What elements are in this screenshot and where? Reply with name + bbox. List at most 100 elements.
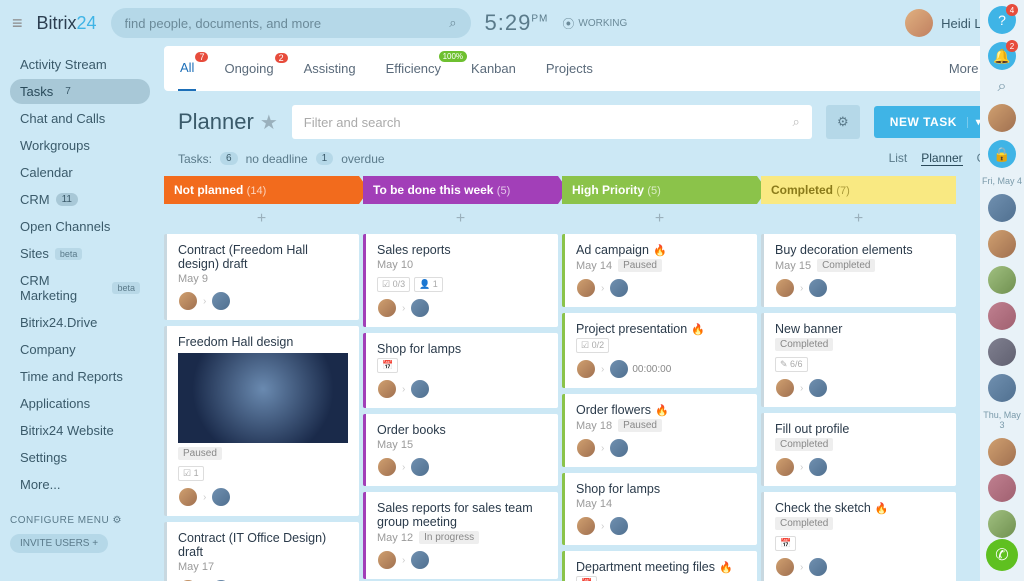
sidebar-item-label: Tasks: [20, 84, 53, 99]
sidebar-item-label: CRM: [20, 192, 50, 207]
menu-icon[interactable]: ≡: [12, 13, 23, 34]
avatar: [377, 457, 397, 477]
task-card[interactable]: Ad campaign🔥 May 14Paused ›: [562, 234, 757, 307]
sidebar-item[interactable]: Workgroups: [10, 133, 150, 158]
task-card[interactable]: Check the sketch🔥 Completed 📅 ›: [761, 492, 956, 581]
contact-avatar[interactable]: [988, 338, 1016, 366]
task-card[interactable]: Sales reports for sales team group meeti…: [363, 492, 558, 579]
tab[interactable]: Assisting: [302, 47, 358, 90]
contact-avatar[interactable]: [988, 438, 1016, 466]
call-button[interactable]: ✆: [986, 539, 1018, 571]
sidebar-item[interactable]: Company: [10, 337, 150, 362]
overdue-count[interactable]: 1: [316, 152, 334, 165]
configure-menu[interactable]: CONFIGURE MENU ⚙: [10, 515, 150, 526]
tab[interactable]: Ongoing2: [222, 47, 275, 90]
task-card[interactable]: Fill out profile Completed ›: [761, 413, 956, 486]
sidebar-item[interactable]: Open Channels: [10, 214, 150, 239]
invite-users-button[interactable]: INVITE USERS +: [10, 534, 108, 553]
contact-avatar[interactable]: [988, 194, 1016, 222]
task-card[interactable]: Shop for lamps 📅 ›: [363, 333, 558, 408]
tab[interactable]: Kanban: [469, 47, 518, 90]
badge: 7: [195, 52, 208, 62]
avatar: [609, 359, 629, 379]
settings-button[interactable]: ⚙: [826, 105, 860, 139]
add-task-button[interactable]: +: [164, 204, 359, 234]
sidebar-item-label: More...: [20, 477, 60, 492]
sidebar-item[interactable]: Settings: [10, 445, 150, 470]
task-title: Fill out profile: [775, 422, 849, 436]
add-task-button[interactable]: +: [761, 204, 956, 234]
sidebar-item[interactable]: Time and Reports: [10, 364, 150, 389]
badge: 2: [275, 53, 288, 63]
beta-badge: beta: [112, 282, 140, 294]
column-header[interactable]: High Priority (5): [562, 176, 757, 204]
no-deadline-count[interactable]: 6: [220, 152, 238, 165]
avatar: [410, 457, 430, 477]
tab[interactable]: Projects: [544, 47, 595, 90]
avatar: [576, 359, 596, 379]
filter-search[interactable]: ⌕: [292, 105, 812, 139]
sidebar-item[interactable]: Sitesbeta: [10, 241, 150, 266]
contact-avatar[interactable]: [988, 302, 1016, 330]
view-list[interactable]: List: [889, 151, 908, 166]
sidebar-item[interactable]: Bitrix24 Website: [10, 418, 150, 443]
sidebar-item[interactable]: Calendar: [10, 160, 150, 185]
task-card[interactable]: Project presentation🔥 ☑ 0/2 ›00:00:00: [562, 313, 757, 388]
contact-avatar[interactable]: [988, 374, 1016, 402]
global-search[interactable]: ⌕: [111, 8, 471, 38]
task-card[interactable]: New banner Completed ✎ 6/6 ›: [761, 313, 956, 407]
avatar: [609, 438, 629, 458]
contact-avatar[interactable]: [988, 510, 1016, 538]
search-input[interactable]: [125, 16, 450, 31]
star-icon[interactable]: ★: [260, 110, 278, 135]
sidebar-item[interactable]: Chat and Calls: [10, 106, 150, 131]
flame-icon: 🔥: [719, 561, 733, 574]
avatar: [410, 550, 430, 570]
sidebar-item[interactable]: Tasks7: [10, 79, 150, 104]
task-card[interactable]: Order books May 15 ›: [363, 414, 558, 486]
search-icon[interactable]: ⌕: [793, 114, 800, 130]
chevron-icon: ›: [601, 283, 604, 294]
lock-button[interactable]: 🔒: [988, 140, 1016, 168]
chevron-icon: ›: [402, 384, 405, 395]
filter-input[interactable]: [304, 115, 793, 130]
sidebar-item[interactable]: CRM Marketing beta: [10, 268, 150, 308]
sidebar-item-label: Settings: [20, 450, 67, 465]
chevron-icon: ›: [402, 555, 405, 566]
contact-avatar[interactable]: [988, 266, 1016, 294]
view-planner[interactable]: Planner: [921, 151, 962, 166]
add-task-button[interactable]: +: [562, 204, 757, 234]
task-card[interactable]: Contract (Freedom Hall design) draft May…: [164, 234, 359, 320]
help-button[interactable]: ?4: [988, 6, 1016, 34]
contact-avatar[interactable]: [988, 230, 1016, 258]
search-icon[interactable]: ⌕: [998, 78, 1007, 96]
kanban-column: To be done this week (5) + Sales reports…: [363, 176, 558, 581]
task-card[interactable]: Sales reports May 10 ☑ 0/3👤 1 ›: [363, 234, 558, 327]
page-title: Planner★: [178, 109, 278, 135]
task-card[interactable]: Freedom Hall design Paused ☑ 1 ›: [164, 326, 359, 516]
avatar: [775, 278, 795, 298]
tab[interactable]: Efficiency100%: [384, 47, 443, 90]
add-task-button[interactable]: +: [363, 204, 558, 234]
sidebar-item-label: CRM Marketing: [20, 273, 106, 303]
column-header[interactable]: Not planned (14): [164, 176, 359, 204]
tab[interactable]: All7: [178, 46, 196, 91]
working-status[interactable]: WORKING: [562, 15, 627, 32]
contact-avatar[interactable]: [988, 474, 1016, 502]
column-header[interactable]: To be done this week (5): [363, 176, 558, 204]
sidebar-item[interactable]: More...: [10, 472, 150, 497]
task-card[interactable]: Shop for lamps May 14 ›: [562, 473, 757, 545]
column-header[interactable]: Completed (7): [761, 176, 956, 204]
task-card[interactable]: Department meeting files🔥 📅 ›: [562, 551, 757, 581]
sidebar-item[interactable]: Activity Stream: [10, 52, 150, 77]
notifications-button[interactable]: 🔔2: [988, 42, 1016, 70]
contact-avatar[interactable]: [988, 104, 1016, 132]
sidebar-item[interactable]: Bitrix24.Drive: [10, 310, 150, 335]
new-task-button[interactable]: NEW TASK▾: [874, 106, 998, 138]
task-card[interactable]: Contract (IT Office Design) draft May 17…: [164, 522, 359, 581]
sidebar-item[interactable]: CRM11: [10, 187, 150, 212]
sidebar-item[interactable]: Applications: [10, 391, 150, 416]
search-icon[interactable]: ⌕: [449, 15, 456, 31]
task-card[interactable]: Buy decoration elements May 15Completed …: [761, 234, 956, 307]
task-card[interactable]: Order flowers🔥 May 18Paused ›: [562, 394, 757, 467]
